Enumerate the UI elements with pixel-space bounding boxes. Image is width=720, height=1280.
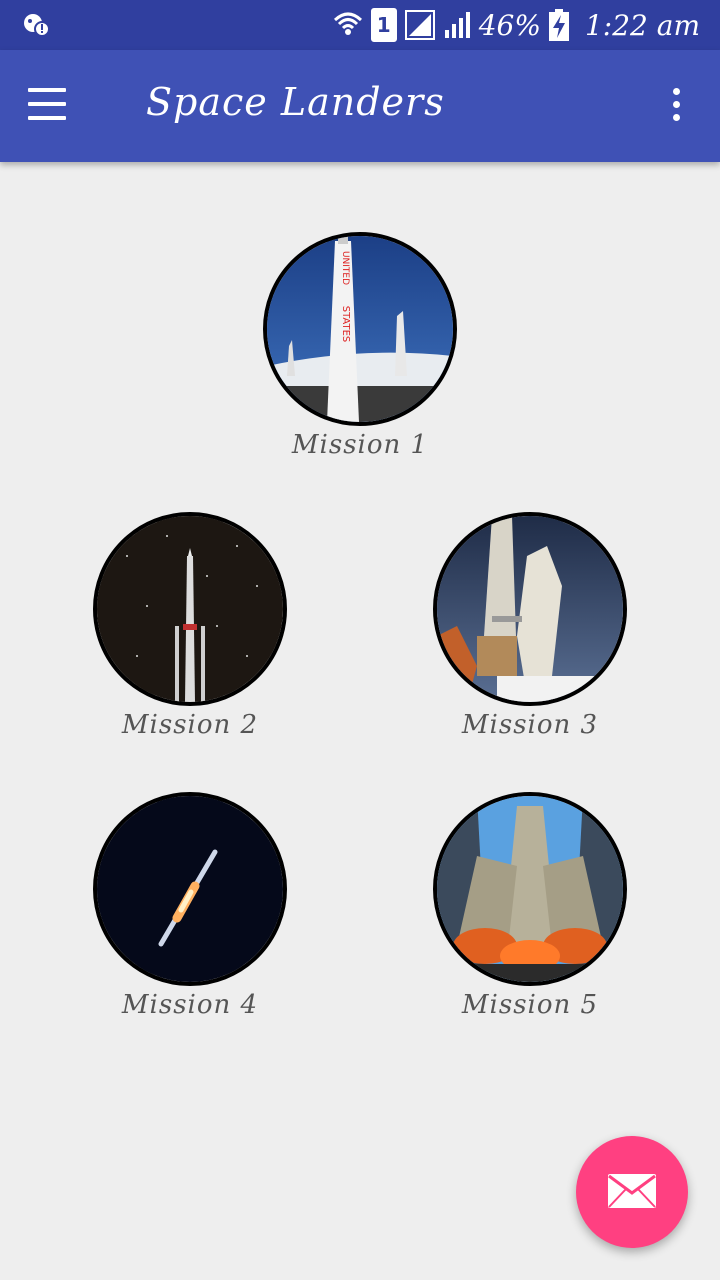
signal-bars-icon <box>444 12 470 38</box>
svg-text:STATES: STATES <box>340 306 351 343</box>
more-vert-icon[interactable] <box>660 88 692 128</box>
mission-3-label: Mission 3 <box>461 710 599 740</box>
menu-icon[interactable] <box>26 88 70 124</box>
svg-text:UNITED: UNITED <box>340 251 350 285</box>
mission-3-image[interactable] <box>433 512 627 706</box>
email-icon <box>608 1174 656 1208</box>
sim-icon: 1 <box>370 8 397 42</box>
email-fab-button[interactable] <box>576 1136 688 1248</box>
mission-5-image[interactable] <box>433 792 627 986</box>
mission-2-label: Mission 2 <box>121 710 259 740</box>
mission-2-image[interactable] <box>93 512 287 706</box>
sim-badge: 1 <box>376 13 391 37</box>
battery-charging-icon <box>548 9 569 41</box>
mission-1-image[interactable]: UNITED STATES <box>263 232 457 426</box>
mission-1[interactable]: UNITED STATES Mission 1 <box>240 232 480 460</box>
signal-icon <box>404 10 435 40</box>
battery-percent: 46% <box>478 8 541 42</box>
mission-1-label: Mission 1 <box>291 430 429 460</box>
mission-3[interactable]: Mission 3 <box>410 512 650 740</box>
app-bar: Space Landers <box>0 50 720 162</box>
mission-4[interactable]: Mission 4 <box>70 792 310 1020</box>
page-title: Space Landers <box>146 80 445 124</box>
notification-icon <box>24 14 50 37</box>
mission-5[interactable]: Mission 5 <box>410 792 650 1020</box>
wifi-icon <box>333 12 362 35</box>
mission-5-label: Mission 5 <box>461 990 599 1020</box>
status-time: 1:22 am <box>584 8 700 42</box>
mission-2[interactable]: Mission 2 <box>70 512 310 740</box>
mission-4-image[interactable] <box>93 792 287 986</box>
mission-4-label: Mission 4 <box>121 990 259 1020</box>
status-bar: 1 46% 1:22 am <box>0 0 720 50</box>
